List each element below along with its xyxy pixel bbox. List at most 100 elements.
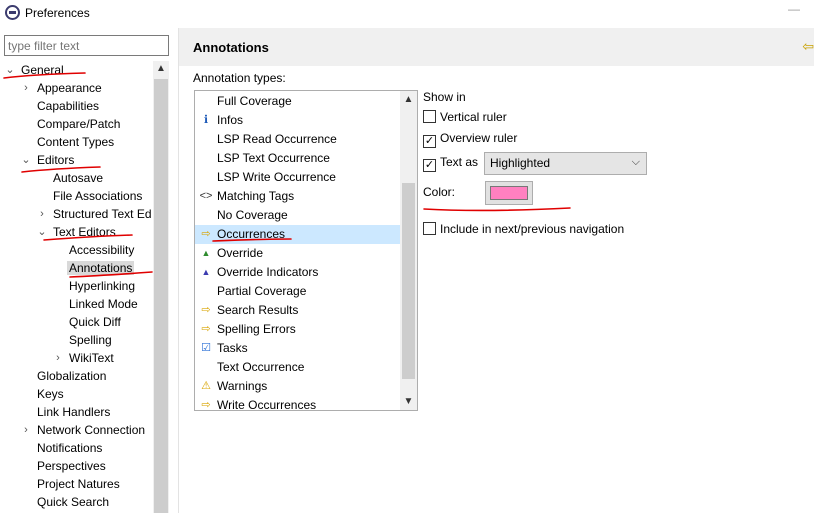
tree-item[interactable]: Capabilities <box>35 97 101 115</box>
back-arrow-icon[interactable]: ⇦ <box>802 38 814 55</box>
tree-item-label: Content Types <box>37 135 115 149</box>
tree-item[interactable]: Globalization <box>35 367 108 385</box>
tree-item[interactable]: Annotations <box>67 259 135 277</box>
list-item[interactable]: ☑ Tasks <box>195 339 400 358</box>
triangle-icon: ▲ <box>201 267 211 277</box>
chevron-down-icon[interactable]: ⌄ <box>36 223 48 241</box>
matching-tags-icon: <> <box>199 190 213 202</box>
tree-item[interactable]: Quick Diff <box>67 313 123 331</box>
list-item[interactable]: Partial Coverage <box>195 282 400 301</box>
scroll-up-icon[interactable]: ▲ <box>153 61 169 77</box>
list-item[interactable]: No Coverage <box>195 206 400 225</box>
filter-input[interactable] <box>4 35 169 56</box>
list-item[interactable]: ⇨ Write Occurrences <box>195 396 400 411</box>
tree-item-label: General <box>21 63 64 77</box>
tree-item[interactable]: › Appearance <box>24 79 104 97</box>
chevron-down-icon[interactable]: ⌄ <box>20 151 32 169</box>
tree-item[interactable]: ⌄ Text Editors <box>37 223 118 241</box>
color-picker-button[interactable] <box>485 181 533 205</box>
preference-tree-pane: ⌄ General ›Appearance Capabilities Compare/P… <box>0 28 176 513</box>
tree-scrollbar[interactable]: ▲ <box>153 61 169 513</box>
info-icon: ℹ <box>203 114 209 126</box>
tree-item[interactable]: Compare/Patch <box>35 115 122 133</box>
tree-item[interactable]: Perspectives <box>35 457 108 475</box>
list-item[interactable]: ℹ Infos <box>195 111 400 130</box>
tree-item-label: Text Editors <box>53 225 116 239</box>
list-item-label: Infos <box>217 113 244 127</box>
list-scroll-thumb[interactable] <box>402 183 415 379</box>
tree-item[interactable]: Quick Search <box>35 493 111 511</box>
warning-icon: ⚠ <box>201 380 211 392</box>
list-item[interactable]: LSP Text Occurrence <box>195 149 400 168</box>
list-item[interactable]: <> Matching Tags <box>195 187 400 206</box>
list-scroll-down-icon[interactable]: ▼ <box>400 393 417 410</box>
tree-item[interactable]: Linked Mode <box>67 295 140 313</box>
list-item[interactable]: ⇨ Occurrences <box>195 225 400 244</box>
tree-item[interactable]: Content Types <box>35 133 116 151</box>
list-scrollbar[interactable]: ▲ ▼ <box>400 91 417 410</box>
chevron-right-icon[interactable]: › <box>20 421 32 439</box>
tree-item-label: Keys <box>37 387 64 401</box>
tree-item-label: Quick Search <box>37 495 110 509</box>
tree-item[interactable]: File Associations <box>51 187 144 205</box>
overview-ruler-checkbox[interactable]: ✓ <box>423 135 436 148</box>
chevron-right-icon[interactable]: › <box>36 205 48 223</box>
list-item-label: Search Results <box>217 303 299 317</box>
tree-item[interactable]: › Network Connection <box>24 421 147 439</box>
tree-item[interactable]: Autosave <box>51 169 105 187</box>
tree-item-label: Editors <box>37 153 75 167</box>
list-item[interactable]: Text Occurrence <box>195 358 400 377</box>
tree-item-label: Project Natures <box>37 477 120 491</box>
list-item[interactable]: ▲ Override <box>195 244 400 263</box>
chevron-right-icon[interactable]: › <box>52 349 64 367</box>
text-as-option[interactable]: ✓ Text as <box>423 155 478 172</box>
list-item[interactable]: ⇨ Spelling Errors <box>195 320 400 339</box>
tree-item-label: Accessibility <box>69 243 135 257</box>
tree-item-label: Perspectives <box>37 459 106 473</box>
tree-item[interactable]: ⌄ General <box>5 61 66 79</box>
tree-item[interactable]: › Structured Text Ed <box>40 205 153 223</box>
tree-item[interactable]: › WikiText <box>56 349 116 367</box>
tree-item[interactable]: Accessibility <box>67 241 136 259</box>
vertical-ruler-checkbox[interactable] <box>423 110 436 123</box>
list-item-label: Tasks <box>217 341 248 355</box>
chevron-down-icon: ⌵ <box>631 156 640 168</box>
tree-item[interactable]: Link Handlers <box>35 403 112 421</box>
list-item-label: Matching Tags <box>217 189 295 203</box>
task-icon: ☑ <box>201 342 211 354</box>
tree-item-label: Compare/Patch <box>37 117 121 131</box>
annotation-types-list: Full Coverage ℹ Infos LSP Read Occurrence LS… <box>194 90 418 411</box>
tree-item-label: Capabilities <box>37 99 100 113</box>
vertical-ruler-option[interactable]: Vertical ruler <box>423 110 507 124</box>
list-item[interactable]: ▲ Override Indicators <box>195 263 400 282</box>
tree-item[interactable]: Hyperlinking <box>67 277 137 295</box>
list-item[interactable]: LSP Read Occurrence <box>195 130 400 149</box>
tree-item[interactable]: ⌄ Editors <box>21 151 76 169</box>
tree-item-label: Autosave <box>53 171 104 185</box>
tree-item[interactable]: Project Natures <box>35 475 122 493</box>
list-item[interactable]: ⚠ Warnings <box>195 377 400 396</box>
list-item[interactable]: LSP Write Occurrence <box>195 168 400 187</box>
list-item-label: Text Occurrence <box>217 360 305 374</box>
include-navigation-option[interactable]: Include in next/previous navigation <box>423 222 624 236</box>
minimize-icon[interactable]: — <box>788 2 800 16</box>
text-as-checkbox[interactable]: ✓ <box>423 159 436 172</box>
chevron-down-icon[interactable]: ⌄ <box>4 61 16 79</box>
show-in-label: Show in <box>423 90 466 104</box>
vertical-ruler-label: Vertical ruler <box>440 110 507 124</box>
arrow-right-icon: ⇨ <box>201 323 211 335</box>
list-scroll-up-icon[interactable]: ▲ <box>400 91 417 108</box>
arrow-right-icon: ⇨ <box>201 399 211 411</box>
tree-item[interactable]: Keys <box>35 385 66 403</box>
include-navigation-label: Include in next/previous navigation <box>440 222 625 236</box>
chevron-right-icon[interactable]: › <box>20 79 32 97</box>
list-item[interactable]: Full Coverage <box>195 92 400 111</box>
tree-scroll-thumb[interactable] <box>154 79 168 513</box>
text-style-dropdown[interactable]: Highlighted ⌵ <box>484 152 647 175</box>
tree-item[interactable]: Spelling <box>67 331 114 349</box>
list-item-label: Override <box>217 246 264 260</box>
list-item[interactable]: ⇨ Search Results <box>195 301 400 320</box>
overview-ruler-option[interactable]: ✓ Overview ruler <box>423 131 517 148</box>
include-navigation-checkbox[interactable] <box>423 222 436 235</box>
tree-item[interactable]: Notifications <box>35 439 104 457</box>
